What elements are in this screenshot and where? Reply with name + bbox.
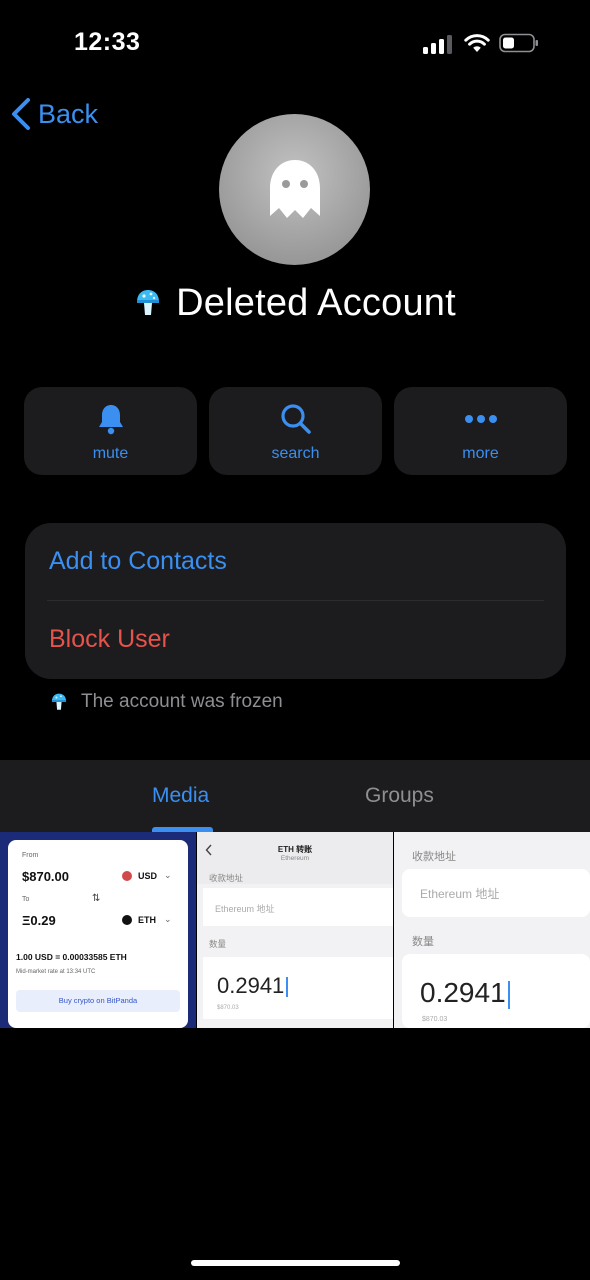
media-thumbnail-3[interactable]: 收款地址 Ethereum 地址 数量 0.2941 $870.03 — [394, 832, 590, 1028]
chevron-down-icon: ⌄ — [164, 914, 172, 924]
mushroom-icon — [51, 693, 67, 710]
shared-media-tabbar: Media Groups — [0, 760, 590, 832]
transfer-subtitle: Ethereum — [280, 855, 310, 862]
home-indicator[interactable] — [191, 1260, 400, 1266]
us-flag-icon — [122, 871, 132, 881]
to-label: To — [22, 896, 30, 903]
mushroom-icon — [137, 290, 160, 315]
address-placeholder: Ethereum 地址 — [420, 887, 500, 901]
more-button[interactable]: more — [394, 387, 567, 475]
transfer-title: ETH 转账 — [277, 845, 313, 854]
usd-value: $870.03 — [422, 1016, 448, 1023]
mute-label: mute — [92, 445, 129, 462]
exchange-panel: From $870.00 USD ⌄ To ⇅ Ξ0.29 ETH ⌄ 1.00… — [8, 840, 188, 1028]
search-label: search — [271, 445, 320, 462]
exchange-rate: 1.00 USD = 0.00033585 ETH — [16, 952, 127, 962]
address-label: 收款地址 — [209, 873, 244, 883]
from-amount: $870.00 — [22, 869, 69, 884]
wifi-icon — [464, 34, 490, 52]
buy-crypto-button: Buy crypto on BitPanda — [16, 990, 180, 1012]
mid-market-rate: Mid-market rate at 13:34 UTC — [16, 969, 96, 975]
avatar[interactable] — [219, 114, 370, 265]
bell-icon — [98, 405, 123, 435]
quantity-label: 数量 — [209, 939, 227, 949]
chevron-down-icon: ⌄ — [164, 870, 172, 880]
battery-icon — [499, 33, 538, 53]
text-caret — [507, 980, 510, 1009]
media-thumbnail-1[interactable]: From $870.00 USD ⌄ To ⇅ Ξ0.29 ETH ⌄ 1.00… — [0, 832, 196, 1028]
quantity-value: 0.2941 — [420, 977, 506, 1008]
search-button[interactable]: search — [209, 387, 382, 475]
from-currency: USD — [138, 871, 158, 881]
status-time: 12:33 — [74, 28, 141, 56]
mute-button[interactable]: mute — [24, 387, 197, 475]
quantity-value-row: 0.2941 — [217, 973, 289, 999]
divider — [47, 600, 544, 601]
block-user-button[interactable]: Block User — [49, 625, 170, 654]
text-caret — [286, 977, 289, 998]
quantity-value-row: 0.2941 — [420, 977, 510, 1009]
swap-icon: ⇅ — [92, 893, 101, 904]
quantity-value: 0.2941 — [217, 973, 285, 998]
eth-logo-icon — [122, 915, 132, 925]
chevron-left-icon — [12, 98, 30, 130]
quantity-label: 数量 — [412, 936, 434, 948]
address-label: 收款地址 — [412, 851, 456, 863]
tab-groups[interactable]: Groups — [365, 784, 434, 808]
to-amount: Ξ0.29 — [22, 913, 56, 928]
frozen-notice-text: The account was frozen — [81, 691, 283, 712]
more-label: more — [462, 445, 499, 462]
ellipsis-icon — [464, 415, 497, 423]
media-thumbnail-2[interactable]: ETH 转账 Ethereum 收款地址 Ethereum 地址 数量 0.29… — [197, 832, 393, 1028]
profile-actions-card: Add to Contacts Block User — [25, 523, 566, 679]
tab-media[interactable]: Media — [152, 784, 209, 808]
cellular-signal-icon — [423, 34, 455, 54]
search-icon — [280, 404, 311, 434]
to-currency: ETH — [138, 915, 156, 925]
usd-value: $870.03 — [217, 1005, 239, 1011]
address-placeholder: Ethereum 地址 — [215, 904, 275, 914]
add-to-contacts-button[interactable]: Add to Contacts — [49, 547, 227, 576]
profile-name: Deleted Account — [176, 281, 456, 324]
frozen-notice: The account was frozen — [50, 689, 283, 715]
back-label: Back — [38, 98, 99, 129]
from-label: From — [22, 852, 39, 859]
back-button[interactable]: Back — [10, 96, 98, 132]
ghost-icon — [269, 159, 320, 218]
